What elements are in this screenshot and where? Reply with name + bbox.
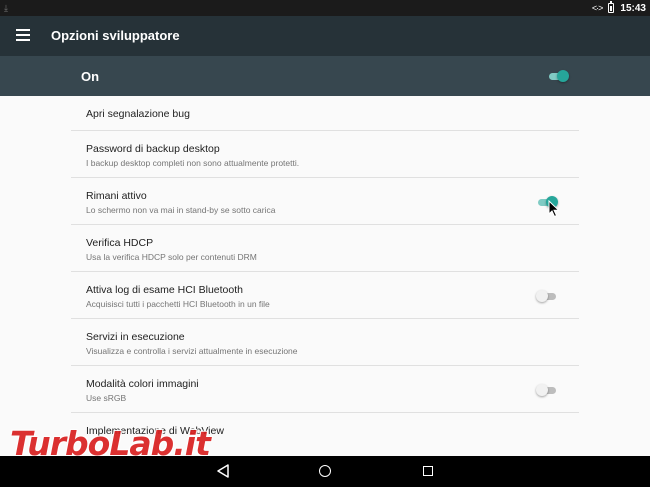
item-subtitle: Lo schermo non va mai in stand-by se sot… <box>86 205 276 215</box>
app-toolbar: Opzioni sviluppatore <box>0 16 650 56</box>
list-item-bluetooth-hci-log[interactable]: Attiva log di esame HCI Bluetooth Acquis… <box>71 272 579 319</box>
item-subtitle: Use sRGB <box>86 393 127 403</box>
item-title: Servizi in esecuzione <box>86 331 185 343</box>
item-subtitle: Usa la verifica HDCP solo per contenuti … <box>86 252 257 262</box>
item-title: Rimani attivo <box>86 190 147 202</box>
page-title: Opzioni sviluppatore <box>51 28 180 43</box>
battery-icon <box>608 1 615 13</box>
item-subtitle: Visualizza e controlla i servizi attualm… <box>86 346 298 356</box>
navigation-bar <box>0 456 650 487</box>
item-title: Verifica HDCP <box>86 237 154 249</box>
list-item-backup-password[interactable]: Password di backup desktop I backup desk… <box>71 131 579 178</box>
status-clock: 15:43 <box>620 2 646 14</box>
list-item-stay-awake[interactable]: Rimani attivo Lo schermo non va mai in s… <box>71 178 579 225</box>
bluetooth-hci-log-toggle[interactable] <box>536 289 557 303</box>
menu-icon[interactable] <box>16 29 30 41</box>
back-icon[interactable] <box>216 464 230 478</box>
master-switch-bar[interactable]: On <box>0 56 650 96</box>
list-item-color-mode[interactable]: Modalità colori immagini Use sRGB <box>71 366 579 413</box>
list-item-hdcp-check[interactable]: Verifica HDCP Usa la verifica HDCP solo … <box>71 225 579 272</box>
item-title: Password di backup desktop <box>86 143 220 155</box>
item-title: Attiva log di esame HCI Bluetooth <box>86 284 243 296</box>
home-icon[interactable] <box>319 465 331 477</box>
list-item-running-services[interactable]: Servizi in esecuzione Visualizza e contr… <box>71 319 579 366</box>
settings-list: Apri segnalazione bug Password di backup… <box>71 96 579 457</box>
item-title: Apri segnalazione bug <box>86 108 190 120</box>
master-switch-label: On <box>81 69 100 84</box>
item-title: Modalità colori immagini <box>86 378 199 390</box>
color-mode-toggle[interactable] <box>536 383 557 397</box>
mouse-cursor-icon <box>548 200 560 218</box>
developer-code-icon: <·> <box>591 3 603 13</box>
download-icon: ⤓ <box>4 3 8 13</box>
item-subtitle: I backup desktop completi non sono attua… <box>86 158 300 168</box>
list-item-bug-report[interactable]: Apri segnalazione bug <box>71 96 579 131</box>
master-switch-toggle[interactable] <box>548 69 569 83</box>
item-subtitle: Acquisisci tutti i pacchetti HCI Bluetoo… <box>86 299 270 309</box>
status-bar: ⤓ <·> 15:43 <box>0 0 650 16</box>
recent-apps-icon[interactable] <box>423 466 433 476</box>
